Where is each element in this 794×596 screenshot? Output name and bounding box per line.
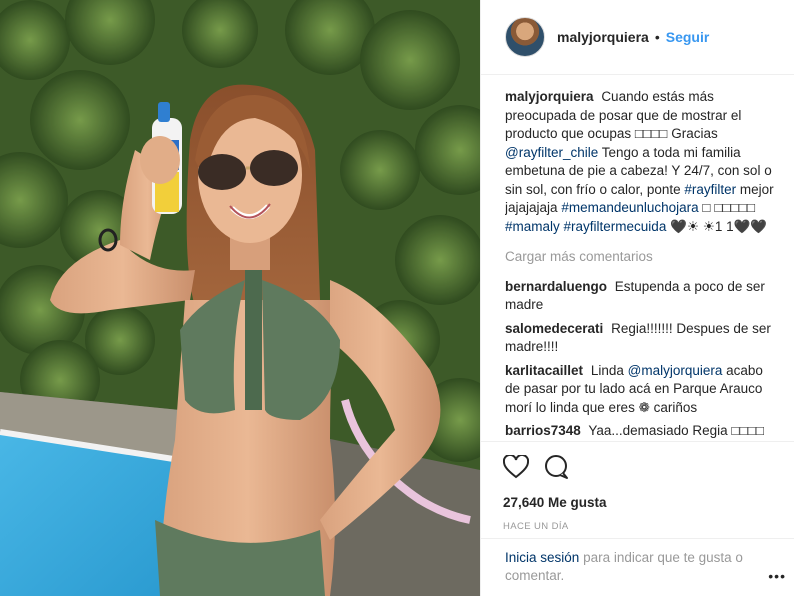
caption-text-5: 🖤☀ ☀1 1🖤🖤 — [670, 218, 768, 234]
caption: malyjorquiera Cuando estás más preocupad… — [505, 88, 775, 236]
comment-username[interactable]: bernardaluengo — [505, 279, 607, 294]
avatar[interactable] — [505, 17, 545, 57]
caption-username[interactable]: malyjorquiera — [505, 89, 594, 104]
comment-item: salomedecerati Regia!!!!!!! Despues de s… — [505, 320, 775, 357]
header-username[interactable]: malyjorquiera — [557, 29, 649, 45]
comment-item: barrios7348 Yaa...demasiado Regia □□□□ — [505, 422, 775, 440]
comment-username[interactable]: salomedecerati — [505, 321, 603, 336]
post-timestamp[interactable]: HACE UN DÍA — [503, 521, 794, 532]
likes-count[interactable]: 27,640 Me gusta — [503, 495, 794, 510]
comment-username[interactable]: karlitacaillet — [505, 363, 583, 378]
login-link[interactable]: Inicia sesión — [505, 550, 579, 565]
instagram-post: malyjorquiera • Seguir malyjorquiera Cua… — [0, 0, 794, 596]
comment-text: Linda — [590, 362, 624, 378]
comment-text: Yaa...demasiado Regia □□□□ — [588, 423, 765, 438]
caption-hashtag-rayfiltermecuida[interactable]: #rayfiltermecuida — [564, 219, 667, 234]
action-icons — [502, 453, 794, 485]
separator-dot: • — [654, 29, 660, 45]
comment-item: karlitacaillet Linda @malyjorquiera acab… — [505, 362, 775, 418]
follow-button[interactable]: Seguir — [666, 29, 710, 45]
caption-text-4: □ □□□□□ — [702, 200, 756, 215]
caption-hashtag-rayfilter[interactable]: #rayfilter — [684, 182, 736, 197]
post-header: malyjorquiera • Seguir — [481, 0, 794, 75]
post-actions: 27,640 Me gusta HACE UN DÍA — [481, 441, 794, 532]
caption-mention[interactable]: @rayfilter_chile — [505, 145, 598, 160]
caption-hashtag-memande[interactable]: #memandeunluchojara — [561, 200, 698, 215]
caption-hashtag-mamaly[interactable]: #mamaly — [505, 219, 560, 234]
login-prompt: Inicia sesión para indicar que te gusta … — [481, 538, 794, 596]
photo-illustration — [0, 0, 480, 596]
post-side-panel: malyjorquiera • Seguir malyjorquiera Cua… — [480, 0, 794, 596]
post-photo[interactable] — [0, 0, 480, 596]
comments-list[interactable]: malyjorquiera Cuando estás más preocupad… — [505, 88, 775, 440]
load-more-comments-button[interactable]: Cargar más comentarios — [505, 248, 775, 267]
comment-mention[interactable]: @malyjorquiera — [628, 363, 723, 378]
more-options-icon[interactable]: ••• — [768, 568, 786, 584]
comment-icon[interactable] — [543, 454, 569, 485]
heart-icon[interactable] — [502, 453, 530, 484]
comment-username[interactable]: barrios7348 — [505, 423, 581, 438]
comment-item: bernardaluengo Estupenda a poco de ser m… — [505, 278, 775, 315]
